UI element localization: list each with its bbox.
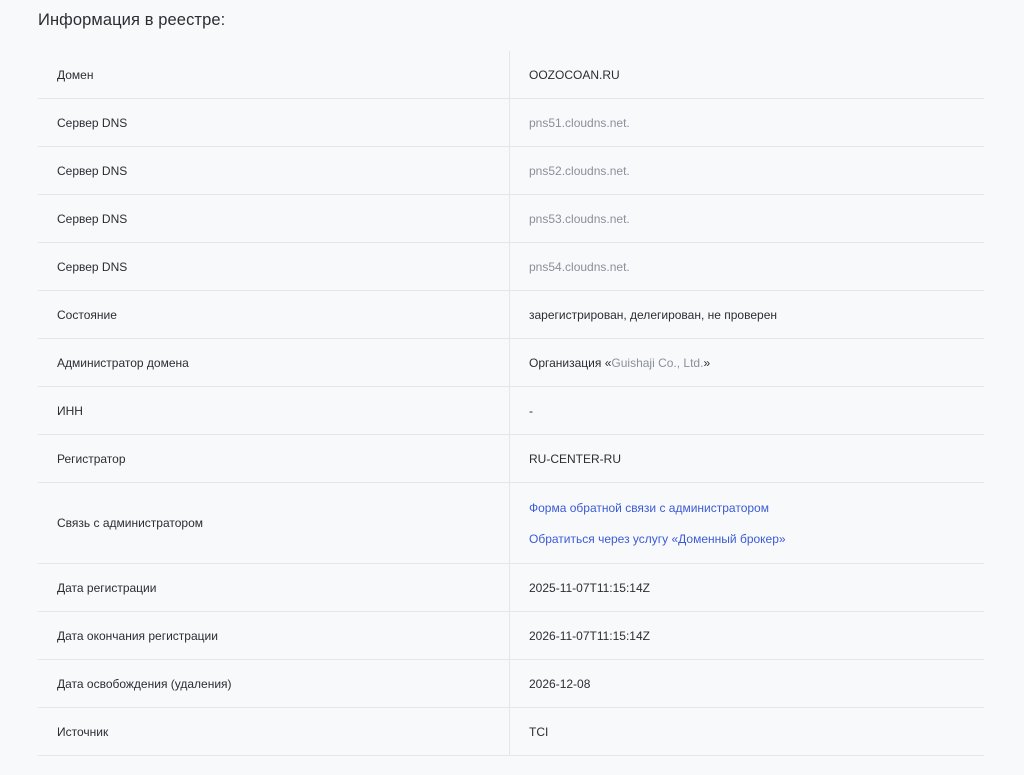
registrar-value: RU-CENTER-RU — [529, 451, 621, 466]
row-label: Администратор домена — [38, 339, 510, 386]
row-label: Сервер DNS — [38, 195, 510, 242]
section-title: Информация в реестре: — [38, 11, 226, 29]
table-row-registrar: Регистратор RU-CENTER-RU — [38, 435, 984, 483]
row-label: Источник — [38, 708, 510, 755]
row-label: Домен — [38, 51, 510, 98]
feedback-form-link[interactable]: Форма обратной связи с администратором — [529, 501, 984, 515]
row-label: Сервер DNS — [38, 99, 510, 146]
row-label: Дата регистрации — [38, 564, 510, 611]
admin-org-name: Guishaji Co., Ltd. — [611, 355, 704, 370]
row-label: ИНН — [38, 387, 510, 434]
row-label: Дата окончания регистрации — [38, 612, 510, 659]
table-row-inn: ИНН - — [38, 387, 984, 435]
row-label: Сервер DNS — [38, 243, 510, 290]
inn-value: - — [529, 403, 533, 418]
table-row-status: Состояние зарегистрирован, делегирован, … — [38, 291, 984, 339]
status-value: зарегистрирован, делегирован, не провере… — [529, 307, 777, 322]
domain-broker-link[interactable]: Обратиться через услугу «Доменный брокер… — [529, 532, 984, 546]
dns-server-value: pns52.cloudns.net. — [529, 163, 630, 178]
table-row-dns-2: Сервер DNS pns52.cloudns.net. — [38, 147, 984, 195]
admin-prefix: Организация « — [529, 355, 612, 370]
table-row-source: Источник TCI — [38, 708, 984, 756]
table-row-admin-contact: Связь с администратором Форма обратной с… — [38, 483, 984, 564]
registration-date-value: 2025-11-07T11:15:14Z — [529, 580, 650, 595]
release-date-value: 2026-12-08 — [529, 676, 591, 691]
admin-suffix: » — [703, 355, 711, 370]
table-row-expiration-date: Дата окончания регистрации 2026-11-07T11… — [38, 612, 984, 660]
dns-server-value: pns54.cloudns.net. — [529, 259, 630, 274]
dns-server-value: pns53.cloudns.net. — [529, 211, 630, 226]
row-label: Состояние — [38, 291, 510, 338]
row-label: Дата освобождения (удаления) — [38, 660, 510, 707]
table-row-dns-3: Сервер DNS pns53.cloudns.net. — [38, 195, 984, 243]
table-row-dns-1: Сервер DNS pns51.cloudns.net. — [38, 99, 984, 147]
row-label: Связь с администратором — [38, 483, 510, 563]
source-value: TCI — [529, 724, 549, 739]
table-row-release-date: Дата освобождения (удаления) 2026-12-08 — [38, 660, 984, 708]
admin-contact-links: Форма обратной связи с администратором О… — [510, 483, 984, 563]
expiration-date-value: 2026-11-07T11:15:14Z — [529, 628, 650, 643]
dns-server-value: pns51.cloudns.net. — [529, 115, 630, 130]
domain-value: OOZOCOAN.RU — [529, 67, 620, 82]
domain-admin-text: Организация «Guishaji Co., Ltd.» — [529, 356, 984, 370]
table-row-domain: Домен OOZOCOAN.RU — [38, 51, 984, 99]
table-row-dns-4: Сервер DNS pns54.cloudns.net. — [38, 243, 984, 291]
row-label: Сервер DNS — [38, 147, 510, 194]
registry-info-table: Домен OOZOCOAN.RU Сервер DNS pns51.cloud… — [38, 51, 984, 756]
row-label: Регистратор — [38, 435, 510, 482]
table-row-domain-admin: Администратор домена Организация «Guisha… — [38, 339, 984, 387]
table-row-registration-date: Дата регистрации 2025-11-07T11:15:14Z — [38, 564, 984, 612]
domain-admin-value: Организация «Guishaji Co., Ltd.» — [510, 339, 984, 386]
